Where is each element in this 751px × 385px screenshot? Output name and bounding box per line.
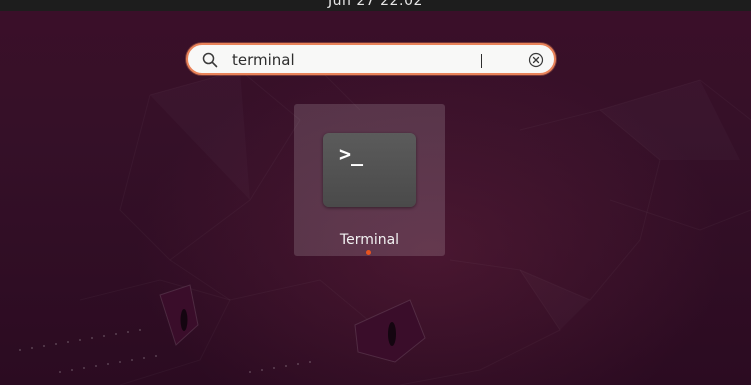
clear-icon[interactable]: [528, 52, 544, 68]
app-result-terminal[interactable]: >_ Terminal: [294, 104, 445, 256]
app-label: Terminal: [339, 232, 400, 248]
text-caret: [481, 54, 482, 68]
clock[interactable]: Jun 27 22:02: [0, 0, 751, 9]
top-bar: Jun 27 22:02: [0, 0, 751, 11]
search-input[interactable]: [232, 49, 512, 71]
desktop: Jun 27 22:02 >_ Terminal: [0, 0, 751, 385]
running-indicator: [366, 250, 371, 255]
terminal-icon: >_: [323, 133, 416, 207]
search-box[interactable]: [186, 43, 556, 75]
search-icon: [202, 52, 218, 68]
terminal-prompt-glyph: >_: [339, 142, 364, 166]
